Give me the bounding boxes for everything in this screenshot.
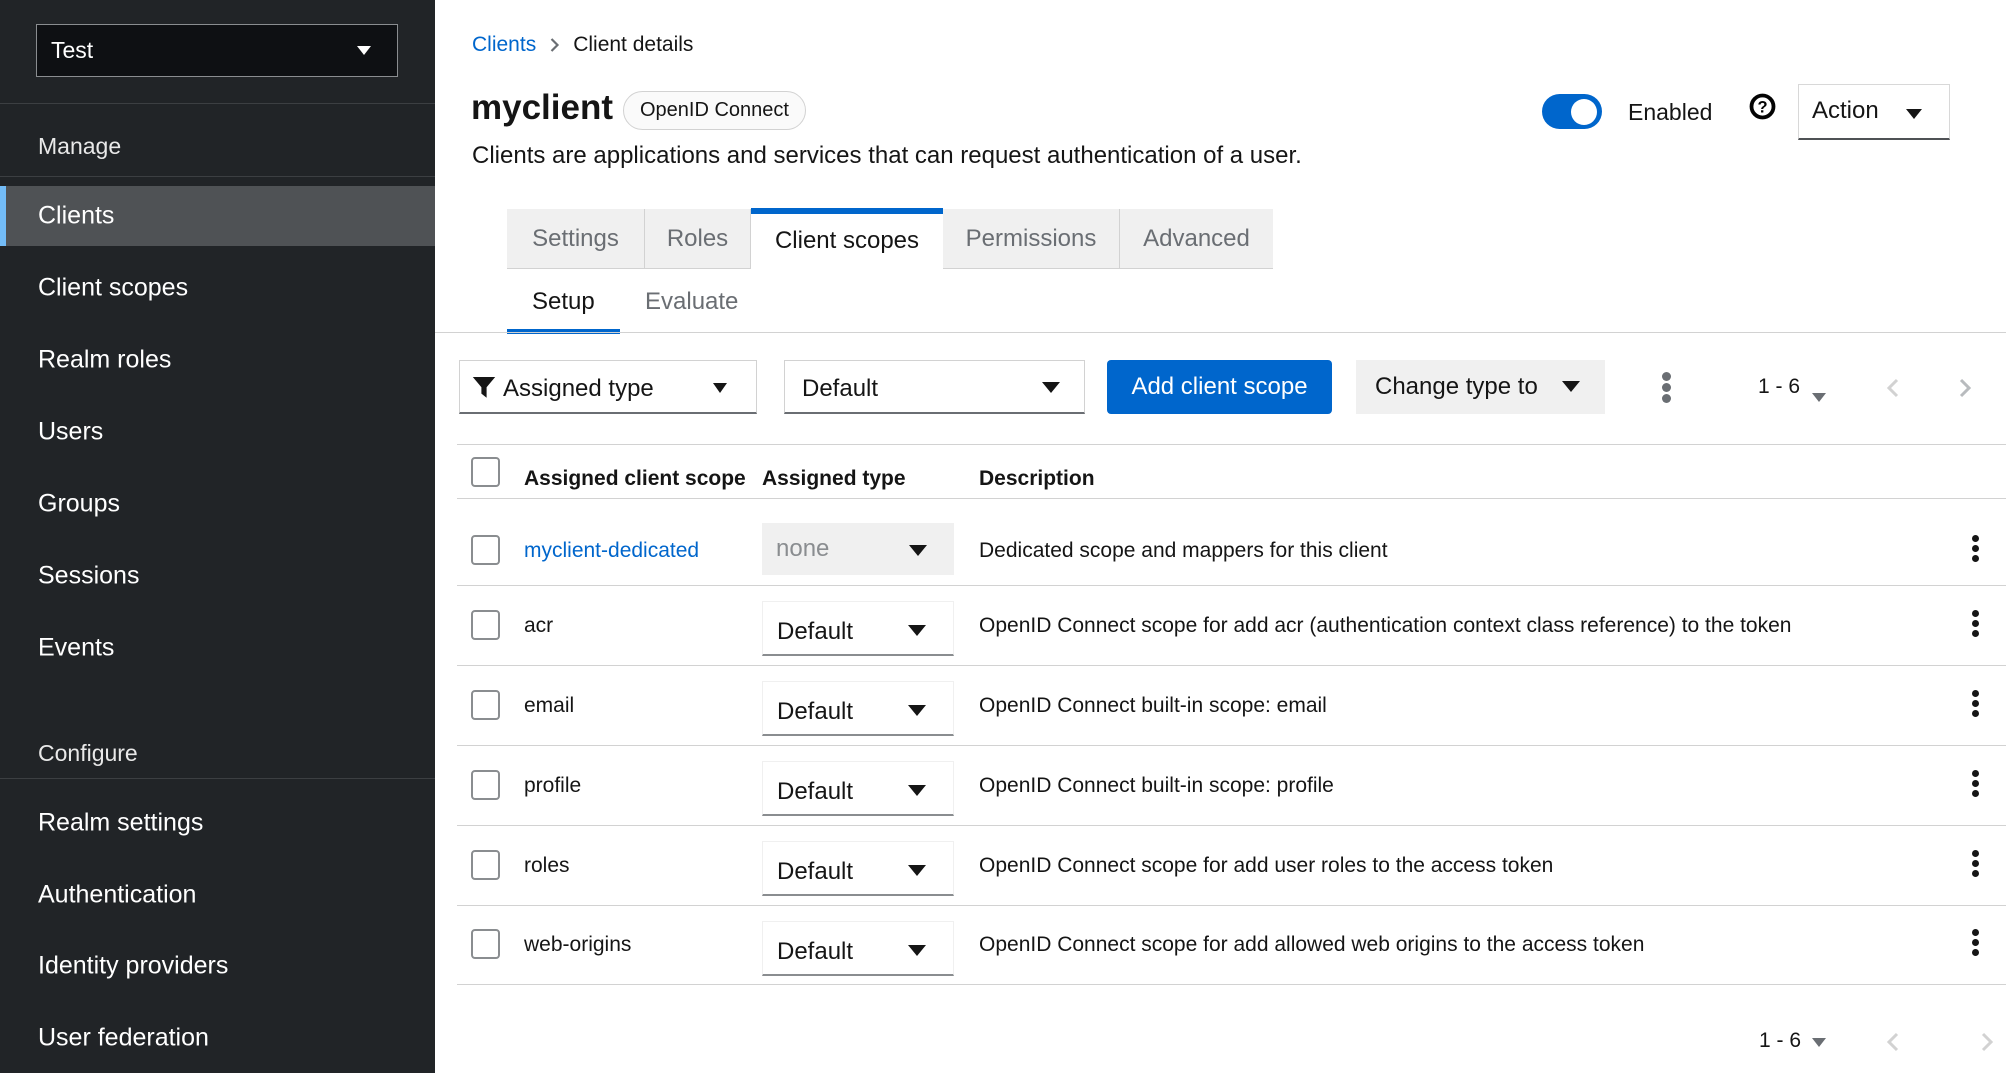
- svg-text:?: ?: [1757, 99, 1767, 117]
